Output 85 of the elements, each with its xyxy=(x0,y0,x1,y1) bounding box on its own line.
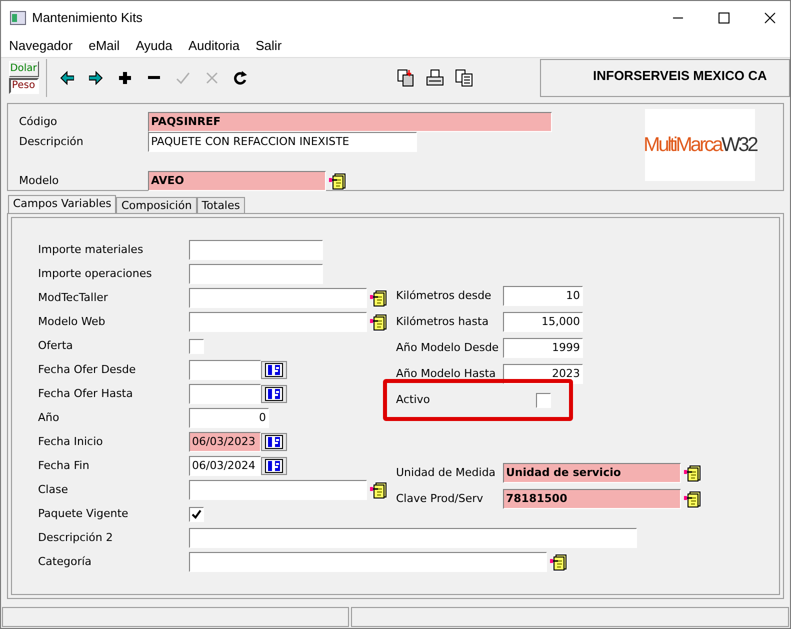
field-label: Oferta xyxy=(38,338,74,354)
calendar-button[interactable] xyxy=(261,385,287,403)
field-label: Fecha Ofer Hasta xyxy=(38,386,134,402)
input-field[interactable]: 78181500 xyxy=(503,489,681,509)
field-label: Importe operaciones xyxy=(38,266,153,282)
field-label: Activo xyxy=(396,392,431,408)
calendar-icon xyxy=(265,363,283,377)
maximize-icon[interactable] xyxy=(718,12,730,24)
company-panel: INFORSERVEIS MEXICO CA xyxy=(540,58,790,96)
calendar-icon xyxy=(265,435,283,449)
field-label: Kilómetros hasta xyxy=(396,314,490,330)
checkbox[interactable] xyxy=(189,506,204,522)
input-field[interactable]: 15,000 xyxy=(503,312,583,332)
lookup-icon[interactable] xyxy=(370,313,388,331)
field-label: Categoría xyxy=(38,554,93,570)
field-label: Código xyxy=(18,114,58,130)
input-field[interactable]: 10 xyxy=(503,286,583,306)
field-label: Año xyxy=(38,410,60,426)
field-label: Fecha Fin xyxy=(38,458,90,474)
checkbox[interactable] xyxy=(189,338,204,354)
window-title: Mantenimiento Kits xyxy=(32,9,143,28)
left-arrow-icon[interactable] xyxy=(59,70,75,86)
calendar-icon xyxy=(265,459,283,473)
right-arrow-icon[interactable] xyxy=(88,70,104,86)
field-label: Modelo xyxy=(18,172,60,189)
menu-item[interactable]: Auditoria xyxy=(188,36,240,56)
input-field[interactable] xyxy=(189,240,323,260)
input-field[interactable] xyxy=(189,480,367,500)
field-label: Kilómetros desde xyxy=(396,288,492,304)
field-label: Clave Prod/Serv xyxy=(396,490,484,507)
logo: MultiMarcaW32 xyxy=(645,109,755,181)
input-field[interactable] xyxy=(189,264,323,284)
calendar-icon xyxy=(265,387,283,401)
field-label: Descripción 2 xyxy=(38,530,114,546)
lookup-icon[interactable] xyxy=(684,490,702,508)
input-field[interactable] xyxy=(189,288,367,308)
menu-item[interactable]: Ayuda xyxy=(136,36,172,56)
lookup-icon[interactable] xyxy=(684,464,702,482)
copy-icon[interactable] xyxy=(455,68,473,86)
currency-toggle[interactable]: Peso xyxy=(8,78,38,94)
plus-icon[interactable] xyxy=(117,70,133,86)
redo-icon[interactable] xyxy=(233,70,249,86)
menu-item[interactable]: Salir xyxy=(256,36,282,56)
printer-icon[interactable] xyxy=(426,68,444,86)
calendar-button[interactable] xyxy=(261,457,287,475)
field-label: Paquete Vigente xyxy=(38,506,130,522)
app-icon xyxy=(10,11,26,25)
calendar-button[interactable] xyxy=(261,433,287,451)
input-field[interactable]: 1999 xyxy=(503,338,583,358)
input-field[interactable] xyxy=(189,552,547,572)
input-field[interactable]: PAQSINREF xyxy=(148,112,552,132)
lookup-icon[interactable] xyxy=(329,172,347,190)
close-icon[interactable] xyxy=(764,12,776,24)
input-field[interactable] xyxy=(189,312,367,332)
input-field[interactable]: Unidad de servicio xyxy=(503,463,681,483)
tab[interactable]: Campos Variables xyxy=(8,195,116,213)
input-field[interactable] xyxy=(189,384,261,404)
input-field[interactable]: 06/03/2024 xyxy=(189,456,261,476)
tab[interactable]: Composición xyxy=(116,197,197,213)
field-label: Importe materiales xyxy=(38,242,144,258)
lookup-icon[interactable] xyxy=(370,481,388,499)
input-field[interactable]: 0 xyxy=(189,408,269,428)
field-label: Año Modelo Hasta xyxy=(396,366,497,382)
input-field[interactable]: AVEO xyxy=(148,171,326,191)
menu-item[interactable]: eMail xyxy=(88,36,120,56)
calendar-button[interactable] xyxy=(261,361,287,379)
input-field[interactable] xyxy=(189,528,637,548)
field-label: Fecha Ofer Desde xyxy=(38,362,137,378)
documents-icon[interactable] xyxy=(397,68,415,86)
lookup-icon[interactable] xyxy=(370,289,388,307)
currency-toggle[interactable]: Dolar xyxy=(8,61,38,77)
menu-item[interactable]: Navegador xyxy=(9,36,73,56)
field-label: Modelo Web xyxy=(38,314,106,330)
field-label: Descripción xyxy=(18,134,84,150)
field-label: Fecha Inicio xyxy=(38,434,104,450)
lookup-icon[interactable] xyxy=(550,553,568,571)
field-label: Año Modelo Desde xyxy=(396,340,500,356)
field-label: Unidad de Medida xyxy=(396,464,497,481)
field-label: Clase xyxy=(38,482,69,498)
tab[interactable]: Totales xyxy=(196,197,245,213)
input-field[interactable] xyxy=(189,360,261,380)
input-field[interactable]: 06/03/2023 xyxy=(189,432,261,452)
field-label: ModTecTaller xyxy=(38,290,109,306)
checkbox[interactable] xyxy=(536,392,551,408)
input-field[interactable]: PAQUETE CON REFACCION INEXISTE xyxy=(148,132,417,152)
